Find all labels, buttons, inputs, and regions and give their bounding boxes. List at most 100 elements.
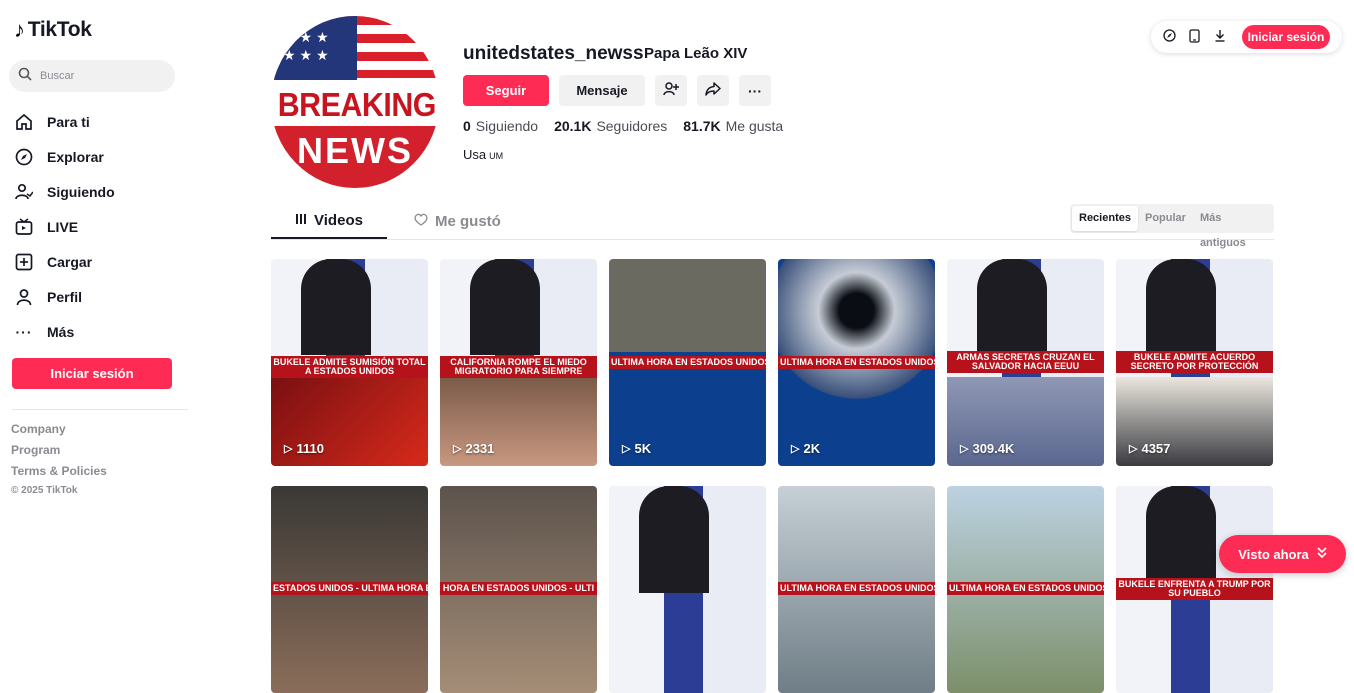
search-icon <box>18 67 32 85</box>
footer-link-terms[interactable]: Terms & Policies <box>11 464 107 478</box>
video-card[interactable]: ESTADOS UNIDOS - ULTIMA HORA EN <box>271 486 428 693</box>
search-input[interactable] <box>40 70 160 82</box>
video-card[interactable]: BUKELE ADMITE ACUERDO SECRETO POR PROTEC… <box>1116 259 1273 466</box>
video-caption: ESTADOS UNIDOS - ULTIMA HORA EN <box>271 582 428 595</box>
follow-button[interactable]: Seguir <box>463 75 549 106</box>
video-card[interactable]: ULTIMA HORA EN ESTADOS UNIDOS - ▷ 2K <box>778 259 935 466</box>
sidebar-item-mas[interactable]: ··· Más <box>14 314 184 349</box>
message-button[interactable]: Mensaje <box>559 75 645 106</box>
grid-icon <box>295 212 307 229</box>
video-caption: ULTIMA HORA EN ESTADOS UNIDOS <box>947 582 1104 595</box>
video-card[interactable]: BUKELE ADMITE SUMISIÓN TOTAL A ESTADOS U… <box>271 259 428 466</box>
stat-label: Siguiendo <box>475 118 539 134</box>
more-icon: ··· <box>15 323 33 340</box>
sidebar-nav: Para ti Explorar Siguiendo LIVE Cargar P… <box>14 104 184 349</box>
video-card[interactable]: ULTIMA HORA EN ESTADOS UNIDOS <box>947 486 1104 693</box>
sidebar-item-label: Más <box>47 323 75 340</box>
sidebar-item-label: LIVE <box>47 218 79 235</box>
copyright: © 2025 TikTok <box>11 485 78 496</box>
avatar-text-top: BREAKING <box>277 80 436 126</box>
more-options-icon: ··· <box>748 82 762 99</box>
video-views: ▷ 5K <box>622 441 651 456</box>
bio-small-text: UM <box>489 151 504 161</box>
sidebar-item-label: Para ti <box>47 113 90 130</box>
sidebar-item-cargar[interactable]: Cargar <box>14 244 184 279</box>
tab-label: Videos <box>314 212 363 229</box>
video-card[interactable] <box>609 486 766 693</box>
sidebar-item-perfil[interactable]: Perfil <box>14 279 184 314</box>
download-icon[interactable] <box>1213 29 1226 45</box>
stat-label: Me gusta <box>725 118 784 134</box>
visto-ahora-label: Visto ahora <box>1238 546 1309 562</box>
tab-videos[interactable]: Videos <box>271 204 387 239</box>
play-icon: ▷ <box>960 443 969 455</box>
video-thumbnail <box>301 259 371 355</box>
sidebar-footer: Company Program Terms & Policies © 2025 … <box>11 422 107 496</box>
profile-avatar: ★★★ ★★★ BREAKING NEWS <box>271 16 439 188</box>
add-friend-button[interactable] <box>655 75 687 106</box>
sidebar-item-live[interactable]: LIVE <box>14 209 184 244</box>
more-options-button[interactable]: ··· <box>739 75 771 106</box>
video-caption: CALIFORNIA ROMPE EL MIEDO MIGRATORIO PAR… <box>440 356 597 378</box>
sort-selector: Recientes Popular Más antiguos <box>1070 204 1274 249</box>
stat-value: 81.7K <box>683 118 721 134</box>
stat-value: 20.1K <box>554 118 592 134</box>
share-button[interactable] <box>697 75 729 106</box>
sidebar-item-para-ti[interactable]: Para ti <box>14 104 184 139</box>
tab-liked[interactable]: Me gustó <box>414 204 501 239</box>
sidebar-item-label: Siguiendo <box>47 183 115 200</box>
video-thumbnail <box>470 259 540 355</box>
video-views: ▷ 1110 <box>284 441 324 456</box>
video-card[interactable]: ULTIMA HORA EN ESTADOS UNIDOS - ▷ 5K <box>609 259 766 466</box>
views-count: 2331 <box>465 441 495 456</box>
sidebar-login-button[interactable]: Iniciar sesión <box>12 358 172 389</box>
share-icon <box>705 81 721 100</box>
add-friend-icon <box>663 81 679 100</box>
live-icon <box>14 217 34 236</box>
video-caption: ULTIMA HORA EN ESTADOS UNIDOS - <box>778 356 935 369</box>
video-card[interactable]: ULTIMA HORA EN ESTADOS UNIDOS <box>778 486 935 693</box>
stat-following[interactable]: 0 Siguiendo <box>463 118 538 134</box>
tiktok-note-icon: ♪ <box>14 17 25 42</box>
sort-mas-antiguos[interactable]: Más antiguos <box>1193 206 1272 249</box>
video-card[interactable]: ARMAS SECRETAS CRUZAN EL SALVADOR HACIA … <box>947 259 1104 466</box>
video-card[interactable]: BUKELE ENFRENTA A TRUMP POR SU PUEBLO <box>1116 486 1273 693</box>
profile-nickname: Papa Leão XIV <box>644 45 748 62</box>
video-caption: BUKELE ADMITE SUMISIÓN TOTAL A ESTADOS U… <box>271 356 428 378</box>
search-box[interactable] <box>9 60 175 92</box>
sort-recientes[interactable]: Recientes <box>1072 206 1138 231</box>
play-icon: ▷ <box>1129 443 1138 455</box>
video-views: ▷ 4357 <box>1129 441 1170 456</box>
sidebar: ♪ TikTok Para ti Explorar Siguiendo LIVE… <box>0 0 190 594</box>
sidebar-item-label: Perfil <box>47 288 83 305</box>
video-card[interactable]: HORA EN ESTADOS UNIDOS - ULTI <box>440 486 597 693</box>
tiktok-logo[interactable]: ♪ TikTok <box>14 18 92 42</box>
play-icon: ▷ <box>791 443 800 455</box>
views-count: 4357 <box>1141 441 1171 456</box>
top-login-button[interactable]: Iniciar sesión <box>1242 25 1330 49</box>
video-caption: ULTIMA HORA EN ESTADOS UNIDOS - <box>609 356 766 369</box>
sidebar-item-explorar[interactable]: Explorar <box>14 139 184 174</box>
stat-label: Seguidores <box>596 118 668 134</box>
video-card[interactable]: CALIFORNIA ROMPE EL MIEDO MIGRATORIO PAR… <box>440 259 597 466</box>
video-caption: BUKELE ADMITE ACUERDO SECRETO POR PROTEC… <box>1116 351 1273 373</box>
profile-icon <box>14 288 34 306</box>
profile-stats: 0 Siguiendo 20.1K Seguidores 81.7K Me gusta <box>463 118 783 134</box>
video-caption: ULTIMA HORA EN ESTADOS UNIDOS <box>778 582 935 595</box>
sidebar-item-label: Cargar <box>47 253 93 270</box>
visto-ahora-button[interactable]: Visto ahora <box>1219 535 1346 573</box>
video-thumbnail <box>977 259 1047 355</box>
footer-link-company[interactable]: Company <box>11 422 107 436</box>
sort-popular[interactable]: Popular <box>1138 206 1193 231</box>
tab-label: Me gustó <box>435 213 501 230</box>
compass-small-icon[interactable] <box>1163 29 1176 45</box>
sidebar-item-label: Explorar <box>47 148 104 165</box>
video-thumbnail <box>639 486 709 593</box>
upload-icon <box>14 253 34 271</box>
sidebar-item-siguiendo[interactable]: Siguiendo <box>14 174 184 209</box>
video-caption: HORA EN ESTADOS UNIDOS - ULTI <box>440 582 597 595</box>
video-views: ▷ 2331 <box>453 441 494 456</box>
mobile-icon[interactable] <box>1188 28 1201 46</box>
footer-link-program[interactable]: Program <box>11 443 107 457</box>
stat-followers[interactable]: 20.1K Seguidores <box>554 118 667 134</box>
